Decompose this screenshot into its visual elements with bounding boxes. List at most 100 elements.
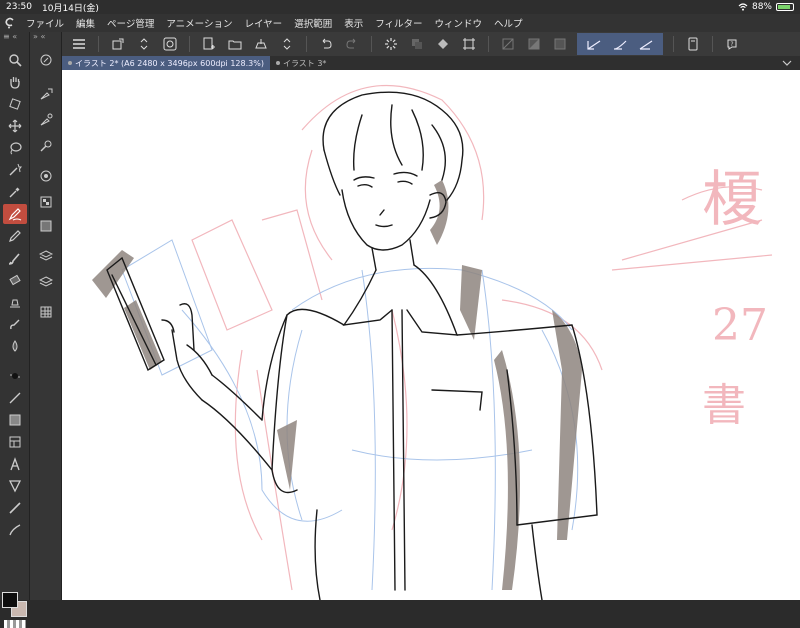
menu-file[interactable]: ファイル	[20, 16, 70, 30]
tool-property-button[interactable]	[35, 84, 57, 104]
show-selection-button[interactable]	[549, 33, 571, 55]
quick-access-toggle[interactable]	[133, 33, 155, 55]
lasso-icon	[8, 141, 22, 155]
stabilization-group	[577, 33, 663, 55]
menu-filter[interactable]: フィルター	[369, 16, 428, 30]
fill-tool[interactable]	[3, 336, 27, 356]
text-icon	[8, 457, 22, 471]
drawing-canvas[interactable]: 榎 27 書	[62, 70, 800, 600]
zoom-tool[interactable]	[3, 50, 27, 70]
copy-layer-button[interactable]	[406, 33, 428, 55]
brush-size-icon	[39, 113, 53, 127]
help-button[interactable]: ?	[721, 33, 743, 55]
save-cloud-icon	[254, 37, 268, 51]
nav-icon	[39, 53, 53, 67]
save-button[interactable]	[250, 33, 272, 55]
layer-button[interactable]	[35, 272, 57, 292]
rotate-tool[interactable]	[3, 94, 27, 114]
crop-button[interactable]	[458, 33, 480, 55]
new-button[interactable]	[198, 33, 220, 55]
material-button[interactable]	[35, 302, 57, 322]
tool-palette-collapse[interactable]: ≡ «	[0, 32, 30, 46]
blend-tool[interactable]	[3, 314, 27, 334]
stabilizer-2-button[interactable]	[609, 33, 631, 55]
toolbar-divider	[189, 36, 190, 52]
airbrush-tool[interactable]	[3, 366, 27, 386]
eyedropper-tool[interactable]	[3, 182, 27, 202]
hand-tool[interactable]	[3, 72, 27, 92]
navigator-button[interactable]	[35, 50, 57, 70]
balloon-tool[interactable]	[3, 476, 27, 496]
tab-close-dot[interactable]	[68, 61, 72, 65]
ruler-icon	[8, 501, 22, 515]
tab-label: イラスト 3*	[282, 58, 327, 68]
text-tool[interactable]	[3, 454, 27, 474]
undo-icon	[319, 37, 333, 51]
stabilizer-2-icon	[612, 37, 628, 51]
device-icon	[687, 37, 699, 51]
ios-status-bar: 23:50 10月14日(金) 88%	[0, 0, 800, 14]
transform-button[interactable]	[107, 33, 129, 55]
pen-tool[interactable]	[3, 204, 27, 224]
correct-line-tool[interactable]	[3, 520, 27, 540]
menu-selection[interactable]: 選択範囲	[288, 16, 338, 30]
hand-icon	[8, 75, 22, 89]
tool-palette: ≡ «	[0, 32, 30, 628]
command-bar: ?	[62, 32, 800, 56]
file-toggle[interactable]	[276, 33, 298, 55]
clear-selection-button[interactable]	[497, 33, 519, 55]
lasso-tool[interactable]	[3, 138, 27, 158]
invert-selection-button[interactable]	[523, 33, 545, 55]
color-wheel-button[interactable]	[35, 166, 57, 186]
menu-window[interactable]: ウィンドウ	[429, 16, 489, 30]
app-logo-icon[interactable]	[0, 14, 20, 32]
main-menu-button[interactable]	[68, 33, 90, 55]
up-down-icon	[282, 37, 292, 51]
undo-button[interactable]	[315, 33, 337, 55]
status-time: 23:50	[6, 2, 32, 12]
open-button[interactable]	[224, 33, 246, 55]
line-tool[interactable]	[3, 388, 27, 408]
menu-animation[interactable]: アニメーション	[160, 16, 238, 30]
frame-tool[interactable]	[3, 432, 27, 452]
magic-wand-tool[interactable]	[3, 160, 27, 180]
device-button[interactable]	[682, 33, 704, 55]
color-set-button[interactable]	[35, 192, 57, 212]
menu-view[interactable]: 表示	[338, 16, 369, 30]
palette-dock-collapse[interactable]: » «	[30, 32, 62, 46]
main-color-swatch[interactable]	[2, 592, 18, 608]
eraser-tool[interactable]	[3, 270, 27, 290]
pen-icon	[8, 207, 22, 221]
fill-button[interactable]	[432, 33, 454, 55]
stabilizer-1-button[interactable]	[583, 33, 605, 55]
sub-tool-detail-button[interactable]	[35, 110, 57, 130]
transform-icon	[111, 37, 125, 51]
menu-layer[interactable]: レイヤー	[238, 16, 288, 30]
line-art-layer	[106, 91, 598, 600]
status-date: 10月14日(金)	[42, 3, 99, 14]
ruler-tool[interactable]	[3, 498, 27, 518]
menu-edit[interactable]: 編集	[70, 16, 101, 30]
move-tool[interactable]	[3, 116, 27, 136]
tab-close-dot[interactable]	[275, 61, 280, 65]
brush-tool[interactable]	[3, 248, 27, 268]
sketch-note-1: 榎	[702, 165, 762, 235]
layer-property-button[interactable]	[35, 246, 57, 266]
brush-size-button[interactable]	[35, 136, 57, 156]
menu-page[interactable]: ページ管理	[101, 16, 160, 30]
loading-button[interactable]	[380, 33, 402, 55]
layer-prop-icon	[39, 195, 53, 209]
menu-help[interactable]: ヘルプ	[488, 16, 529, 30]
gradient-tool[interactable]	[3, 410, 27, 430]
redo-button[interactable]	[341, 33, 363, 55]
swirl-button[interactable]	[159, 33, 181, 55]
tab-dropdown[interactable]	[774, 56, 800, 70]
transparent-color-swatch[interactable]	[4, 620, 26, 628]
tab-illustration-3[interactable]: イラスト 3*	[270, 56, 332, 70]
decoration-tool[interactable]	[3, 292, 27, 312]
stabilizer-3-button[interactable]	[635, 33, 657, 55]
intermediate-color-button[interactable]	[35, 216, 57, 236]
pencil-tool[interactable]	[3, 226, 27, 246]
tab-illustration-2[interactable]: イラスト 2* (A6 2480 x 3496px 600dpi 128.3%)	[62, 56, 270, 70]
airbrush-icon	[8, 369, 22, 383]
